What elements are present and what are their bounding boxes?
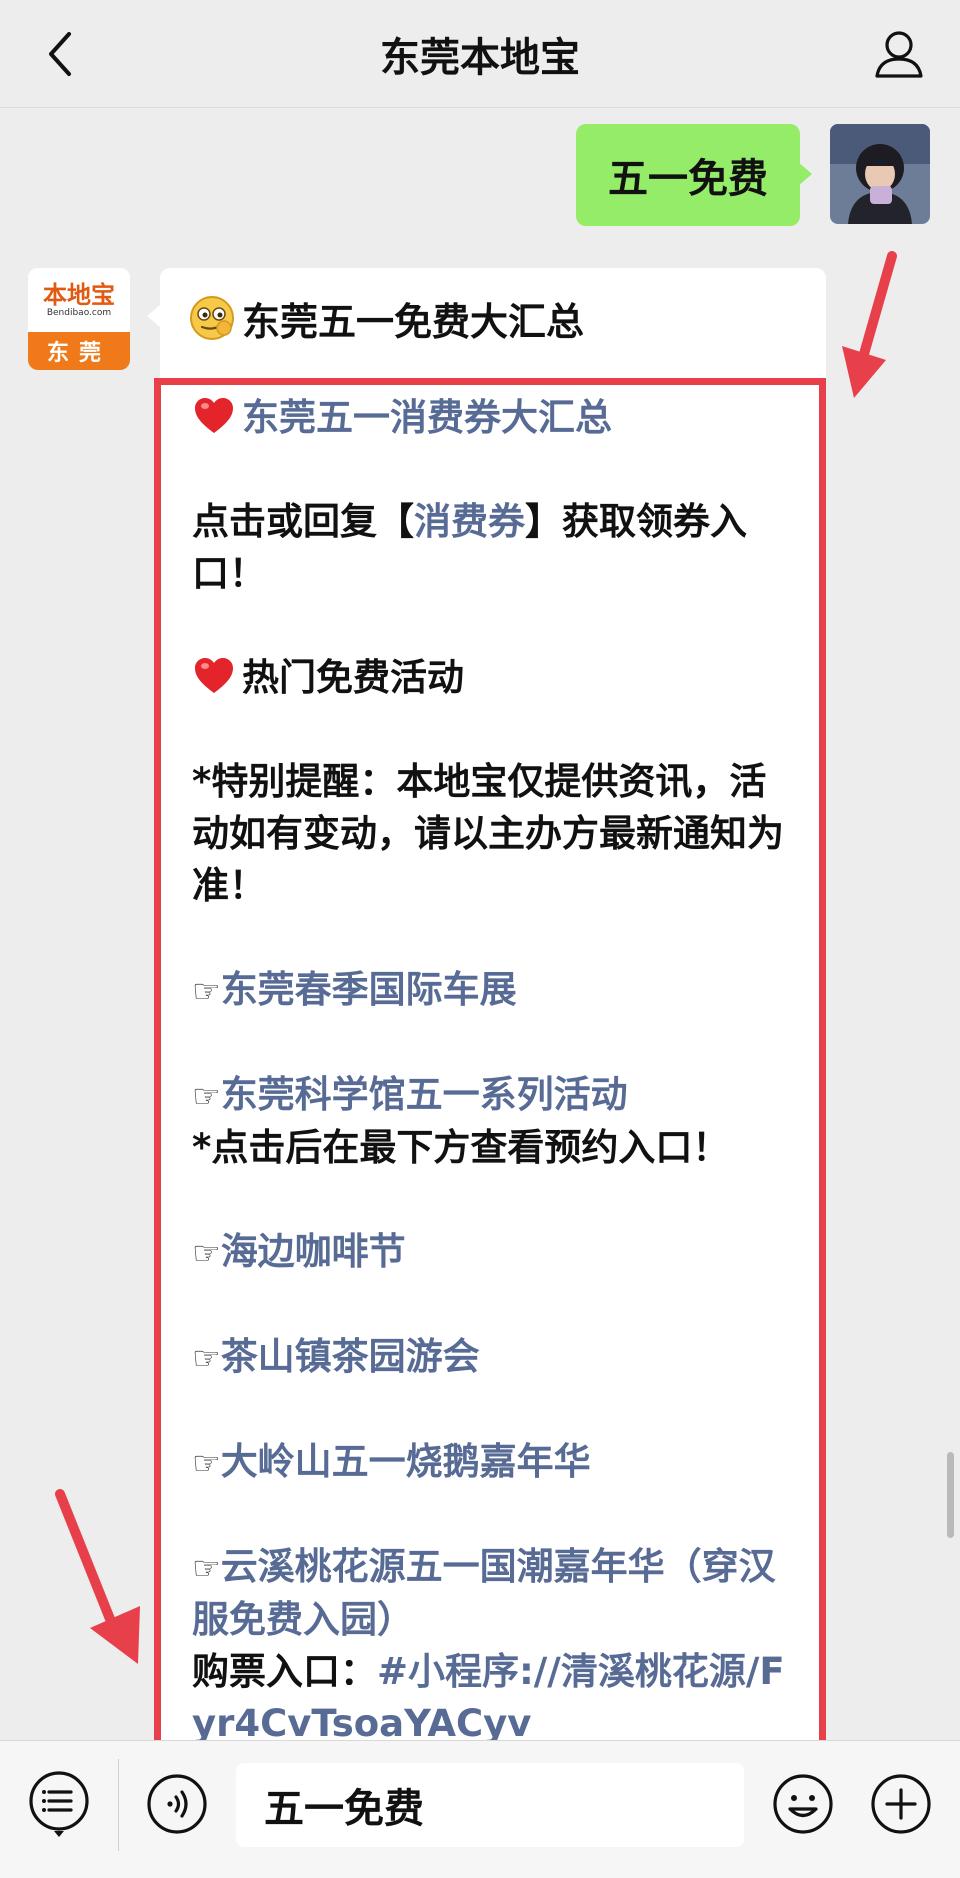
pointing-hand-icon: ☞ — [192, 1444, 221, 1482]
avatar-logo-subtext: Bendibao.com — [46, 307, 112, 318]
message-header-text: 东莞五一免费大汇总 — [242, 299, 585, 344]
pointing-hand-icon: ☞ — [192, 1339, 221, 1377]
activity-link[interactable]: ☞茶山镇茶园游会 — [192, 1331, 802, 1384]
coupon-prefix: 点击或回复【 — [192, 500, 414, 543]
menu-button[interactable] — [24, 1769, 94, 1839]
coupon-title-row[interactable]: 东莞五一消费券大汇总 — [192, 392, 802, 444]
back-button[interactable] — [30, 22, 90, 86]
activity-link-label[interactable]: 东莞春季国际车展 — [221, 968, 517, 1011]
activity-link-label[interactable]: 茶山镇茶园游会 — [221, 1335, 480, 1378]
ticket-prefix: 购票入口： — [192, 1650, 377, 1693]
pointing-hand-icon: ☞ — [192, 1077, 221, 1115]
avatar-city-label: 东莞 — [28, 332, 130, 370]
user-photo — [830, 124, 930, 224]
annotation-arrow-icon — [842, 251, 897, 398]
annotation-arrow-icon — [55, 1489, 140, 1664]
sent-message-bubble[interactable]: 五一免费 — [576, 124, 812, 226]
official-account-avatar[interactable]: 本地宝 Bendibao.com 东莞 — [28, 268, 130, 370]
activity-link[interactable]: ☞东莞科学馆五一系列活动 — [192, 1069, 802, 1122]
plus-icon — [871, 1774, 931, 1834]
menu-separator — [118, 1759, 119, 1851]
voice-icon — [147, 1774, 207, 1834]
activity-link-label[interactable]: 海边咖啡节 — [221, 1230, 406, 1273]
activity-link-label[interactable]: 东莞科学馆五一系列活动 — [221, 1073, 628, 1116]
activity-note: *点击后在最下方查看预约入口！ — [192, 1126, 730, 1169]
grimace-emoji-icon — [190, 296, 234, 340]
activity-link[interactable]: ☞大岭山五一烧鹅嘉年华 — [192, 1436, 802, 1489]
ticket-entry: 购票入口：#小程序://清溪桃花源/Fyr4CvTsoaYACyv — [192, 1646, 802, 1750]
hot-activities-title: 热门免费活动 — [192, 652, 802, 704]
input-bar: 五一免费 — [0, 1740, 960, 1878]
coupon-keyword-link[interactable]: 消费券 — [414, 500, 525, 543]
message-input-text: 五一免费 — [264, 1786, 424, 1832]
profile-button[interactable] — [864, 22, 934, 86]
message-input[interactable]: 五一免费 — [236, 1763, 744, 1847]
heart-icon — [195, 658, 233, 693]
coupon-instruction: 点击或回复【消费券】获取领券入口！ — [192, 496, 802, 600]
special-notice: *特别提醒：本地宝仅提供资讯，活动如有变动，请以主办方最新通知为准！ — [192, 760, 784, 907]
pointing-hand-icon: ☞ — [192, 1549, 221, 1587]
more-button[interactable] — [866, 1769, 936, 1839]
chat-title: 东莞本地宝 — [380, 35, 580, 81]
list-menu-icon — [29, 1771, 89, 1837]
voice-button[interactable] — [142, 1769, 212, 1839]
activity-link-label[interactable]: 云溪桃花源五一国潮嘉年华（穿汉服免费入园） — [192, 1545, 776, 1641]
activity-link[interactable]: ☞海边咖啡节 — [192, 1226, 802, 1279]
activity-link[interactable]: ☞云溪桃花源五一国潮嘉年华（穿汉服免费入园） — [192, 1541, 802, 1646]
smiley-icon — [773, 1774, 833, 1834]
coupon-title-link[interactable]: 东莞五一消费券大汇总 — [242, 396, 612, 439]
activity-link[interactable]: ☞东莞春季国际车展 — [192, 964, 802, 1017]
message-header: 东莞五一免费大汇总 — [188, 290, 584, 346]
sent-message-text: 五一免费 — [608, 156, 768, 202]
chevron-left-icon — [49, 32, 71, 76]
avatar-logo-text: 本地宝 — [43, 279, 115, 309]
scrollbar[interactable] — [947, 1452, 954, 1538]
user-avatar[interactable] — [830, 124, 930, 224]
pointing-hand-icon: ☞ — [192, 972, 221, 1010]
pointing-hand-icon: ☞ — [192, 1234, 221, 1272]
hot-title-text: 热门免费活动 — [242, 656, 464, 699]
message-content: 东莞五一消费券大汇总 点击或回复【消费券】获取领券入口！ 热门免费活动 *特别提… — [192, 392, 802, 1750]
top-bar: 东莞本地宝 — [0, 0, 960, 108]
person-icon — [875, 31, 923, 78]
heart-icon — [195, 398, 233, 433]
activity-link-label[interactable]: 大岭山五一烧鹅嘉年华 — [221, 1440, 591, 1483]
emoji-button[interactable] — [768, 1769, 838, 1839]
